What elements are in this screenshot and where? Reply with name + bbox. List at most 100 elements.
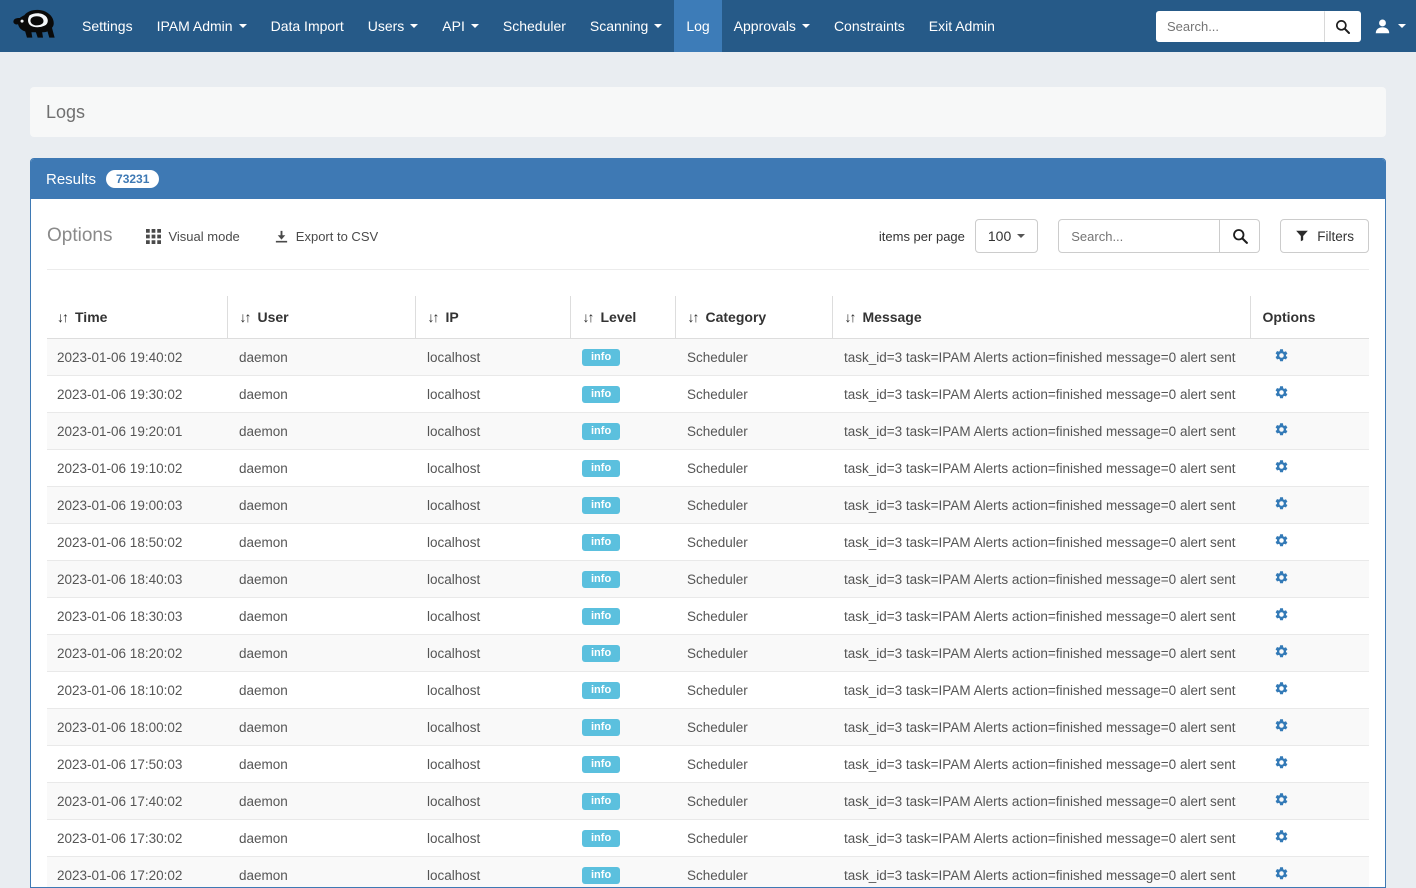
level-badge: info: [582, 682, 620, 699]
row-options-button[interactable]: [1274, 533, 1289, 548]
gear-icon: [1274, 533, 1289, 548]
nav-item-scheduler[interactable]: Scheduler: [491, 0, 578, 52]
cell-options: [1250, 376, 1369, 413]
row-options-button[interactable]: [1274, 681, 1289, 696]
search-icon: [1334, 18, 1351, 35]
items-per-page-label: items per page: [879, 229, 965, 244]
nav-item-constraints[interactable]: Constraints: [822, 0, 917, 52]
column-header-user[interactable]: ↓↑User: [227, 296, 415, 339]
cell-options: [1250, 524, 1369, 561]
gear-icon: [1274, 422, 1289, 437]
cell-level: info: [570, 561, 675, 598]
row-options-button[interactable]: [1274, 718, 1289, 733]
options-bar-right: items per page 100: [879, 219, 1369, 253]
cell-user: daemon: [227, 450, 415, 487]
level-badge: info: [582, 497, 620, 514]
nav-item-ipam-admin[interactable]: IPAM Admin: [145, 0, 259, 52]
level-badge: info: [582, 460, 620, 477]
level-badge: info: [582, 534, 620, 551]
table-search-button[interactable]: [1220, 219, 1260, 253]
nav-item-settings[interactable]: Settings: [70, 0, 145, 52]
table-row: 2023-01-06 18:20:02 daemon localhost inf…: [47, 635, 1369, 672]
search-icon: [1231, 227, 1249, 245]
row-options-button[interactable]: [1274, 607, 1289, 622]
column-header-level[interactable]: ↓↑Level: [570, 296, 675, 339]
row-options-button[interactable]: [1274, 348, 1289, 363]
cell-time: 2023-01-06 18:50:02: [47, 524, 227, 561]
chevron-down-icon: [1017, 234, 1025, 238]
row-options-button[interactable]: [1274, 829, 1289, 844]
cell-message: task_id=3 task=IPAM Alerts action=finish…: [832, 820, 1250, 857]
level-badge: info: [582, 571, 620, 588]
primary-nav: SettingsIPAM AdminData ImportUsersAPISch…: [70, 0, 1007, 52]
gear-icon: [1274, 570, 1289, 585]
row-options-button[interactable]: [1274, 385, 1289, 400]
chevron-down-icon: [802, 24, 810, 28]
table-row: 2023-01-06 18:00:02 daemon localhost inf…: [47, 709, 1369, 746]
nav-item-data-import[interactable]: Data Import: [259, 0, 356, 52]
cell-message: task_id=3 task=IPAM Alerts action=finish…: [832, 339, 1250, 376]
nav-item-scanning[interactable]: Scanning: [578, 0, 674, 52]
user-menu[interactable]: [1373, 17, 1406, 36]
cell-message: task_id=3 task=IPAM Alerts action=finish…: [832, 376, 1250, 413]
column-header-category[interactable]: ↓↑Category: [675, 296, 832, 339]
gear-icon: [1274, 607, 1289, 622]
row-options-button[interactable]: [1274, 866, 1289, 881]
gear-icon: [1274, 496, 1289, 511]
column-header-ip[interactable]: ↓↑IP: [415, 296, 570, 339]
row-options-button[interactable]: [1274, 496, 1289, 511]
column-header-message[interactable]: ↓↑Message: [832, 296, 1250, 339]
chevron-down-icon: [1398, 24, 1406, 28]
cell-level: info: [570, 487, 675, 524]
navbar-right: [1156, 0, 1416, 52]
row-options-button[interactable]: [1274, 644, 1289, 659]
nav-item-exit-admin[interactable]: Exit Admin: [917, 0, 1007, 52]
nav-item-api[interactable]: API: [430, 0, 491, 52]
cell-message: task_id=3 task=IPAM Alerts action=finish…: [832, 561, 1250, 598]
cell-level: info: [570, 598, 675, 635]
cell-category: Scheduler: [675, 450, 832, 487]
cell-level: info: [570, 339, 675, 376]
level-badge: info: [582, 386, 620, 403]
export-csv-button[interactable]: Export to CSV: [274, 229, 378, 244]
cell-category: Scheduler: [675, 561, 832, 598]
cell-time: 2023-01-06 19:00:03: [47, 487, 227, 524]
table-search-input[interactable]: [1058, 219, 1220, 253]
items-per-page-select[interactable]: 100: [975, 219, 1038, 253]
row-options-button[interactable]: [1274, 459, 1289, 474]
grid-icon: [146, 229, 161, 244]
nav-item-approvals[interactable]: Approvals: [722, 0, 822, 52]
export-csv-label: Export to CSV: [296, 229, 378, 244]
cell-level: info: [570, 376, 675, 413]
row-options-button[interactable]: [1274, 755, 1289, 770]
cell-options: [1250, 746, 1369, 783]
cell-ip: localhost: [415, 709, 570, 746]
visual-mode-button[interactable]: Visual mode: [146, 229, 239, 244]
cell-time: 2023-01-06 18:20:02: [47, 635, 227, 672]
visual-mode-label: Visual mode: [168, 229, 239, 244]
sort-icon: ↓↑: [57, 309, 67, 325]
cell-level: info: [570, 783, 675, 820]
phpipam-mammoth-logo[interactable]: [6, 0, 70, 52]
column-header-time[interactable]: ↓↑Time: [47, 296, 227, 339]
row-options-button[interactable]: [1274, 570, 1289, 585]
navbar-search-input[interactable]: [1156, 11, 1324, 42]
cell-user: daemon: [227, 376, 415, 413]
cell-ip: localhost: [415, 635, 570, 672]
cell-category: Scheduler: [675, 857, 832, 888]
row-options-button[interactable]: [1274, 422, 1289, 437]
cell-category: Scheduler: [675, 820, 832, 857]
navbar-search-group: [1156, 11, 1361, 42]
cell-category: Scheduler: [675, 487, 832, 524]
row-options-button[interactable]: [1274, 792, 1289, 807]
cell-level: info: [570, 635, 675, 672]
options-bar-left: Options Visual mode: [47, 225, 412, 247]
filters-label: Filters: [1317, 229, 1354, 244]
results-title: Results: [46, 171, 96, 188]
filters-button[interactable]: Filters: [1280, 219, 1369, 253]
nav-item-users[interactable]: Users: [356, 0, 431, 52]
level-badge: info: [582, 756, 620, 773]
navbar-search-button[interactable]: [1324, 11, 1361, 42]
cell-options: [1250, 820, 1369, 857]
nav-item-log[interactable]: Log: [674, 0, 721, 52]
